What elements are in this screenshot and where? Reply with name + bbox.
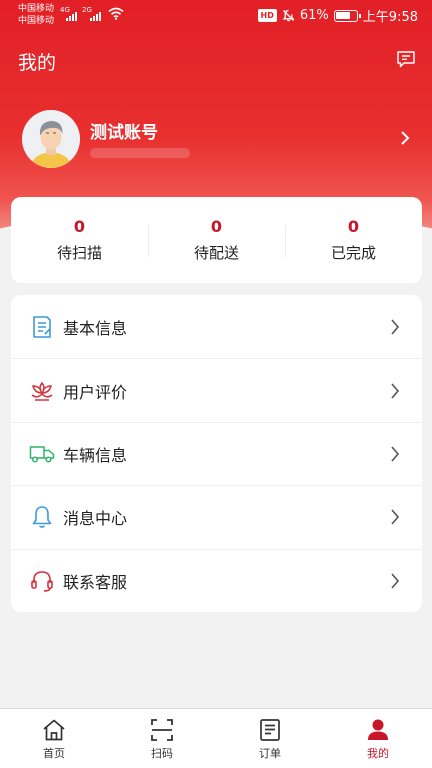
account-subtitle-placeholder xyxy=(90,148,190,158)
hd-badge: HD xyxy=(257,9,277,22)
stat-value: 0 xyxy=(73,217,86,236)
chevron-right-icon[interactable] xyxy=(400,130,410,146)
headset-icon xyxy=(29,568,55,594)
order-icon xyxy=(260,719,280,741)
user-icon xyxy=(368,719,388,740)
menu-label: 联系客服 xyxy=(63,572,128,592)
menu-item-basic-info[interactable]: 基本信息 xyxy=(11,295,422,358)
home-icon xyxy=(43,719,65,741)
tab-profile[interactable]: 我的 xyxy=(324,709,432,768)
chevron-right-icon xyxy=(391,319,400,335)
stat-value: 0 xyxy=(210,217,223,236)
mute-bell-icon xyxy=(282,9,295,22)
menu-label: 车辆信息 xyxy=(63,445,128,465)
stat-value: 0 xyxy=(347,217,360,236)
carrier-1: 中国移动 xyxy=(18,4,55,14)
menu-label: 基本信息 xyxy=(63,318,128,338)
wifi-icon xyxy=(108,7,124,20)
scan-icon xyxy=(151,719,173,741)
clock: 上午9:58 xyxy=(362,10,418,25)
stat-label: 待扫描 xyxy=(56,244,102,262)
chevron-right-icon xyxy=(391,573,400,589)
stat-label: 已完成 xyxy=(330,244,376,262)
chevron-right-icon xyxy=(391,446,400,462)
menu-item-user-reviews[interactable]: 用户评价 xyxy=(11,358,422,421)
account-name: 测试账号 xyxy=(90,123,158,143)
chevron-right-icon xyxy=(391,509,400,525)
status-bar: 中国移动 中国移动 4G 2G HD 61% 上午9:58 xyxy=(0,0,432,30)
signal-icon xyxy=(66,9,77,21)
menu-item-message-center[interactable]: 消息中心 xyxy=(11,485,422,548)
tab-orders[interactable]: 订单 xyxy=(216,709,324,768)
lotus-icon xyxy=(29,378,55,404)
battery-percent: 61% xyxy=(299,8,329,23)
tab-label: 扫码 xyxy=(151,747,173,760)
stat-label: 待配送 xyxy=(193,244,239,262)
carrier-info: 中国移动 中国移动 xyxy=(18,3,54,27)
tab-label: 首页 xyxy=(43,747,65,760)
carrier-2: 中国移动 xyxy=(18,16,55,26)
chevron-right-icon xyxy=(391,383,400,399)
bell-icon xyxy=(29,504,55,530)
stat-pending-delivery[interactable]: 0 待配送 xyxy=(148,197,285,283)
page-title: 我的 xyxy=(18,52,57,74)
battery-icon xyxy=(333,9,361,22)
tab-scan[interactable]: 扫码 xyxy=(108,709,216,768)
document-icon xyxy=(29,314,55,340)
stat-completed[interactable]: 0 已完成 xyxy=(285,197,422,283)
tab-label: 订单 xyxy=(259,747,281,760)
stat-pending-scan[interactable]: 0 待扫描 xyxy=(11,197,148,283)
avatar[interactable] xyxy=(22,110,80,168)
menu-label: 用户评价 xyxy=(63,382,128,402)
menu-label: 消息中心 xyxy=(63,509,128,529)
bottom-tab-bar: 首页 扫码 订单 我的 xyxy=(0,708,432,768)
menu-item-customer-service[interactable]: 联系客服 xyxy=(11,548,422,612)
menu-list: 基本信息 用户评价 车辆信息 消息中心 联系客服 xyxy=(11,295,422,612)
signal-icon-2 xyxy=(90,9,101,21)
truck-icon xyxy=(29,441,55,467)
order-stats-card: 0 待扫描 0 待配送 0 已完成 xyxy=(11,197,422,283)
tab-label: 我的 xyxy=(367,747,389,760)
menu-item-vehicle-info[interactable]: 车辆信息 xyxy=(11,421,422,485)
message-icon[interactable] xyxy=(396,50,416,68)
tab-home[interactable]: 首页 xyxy=(0,709,108,768)
avatar-image xyxy=(22,110,80,168)
